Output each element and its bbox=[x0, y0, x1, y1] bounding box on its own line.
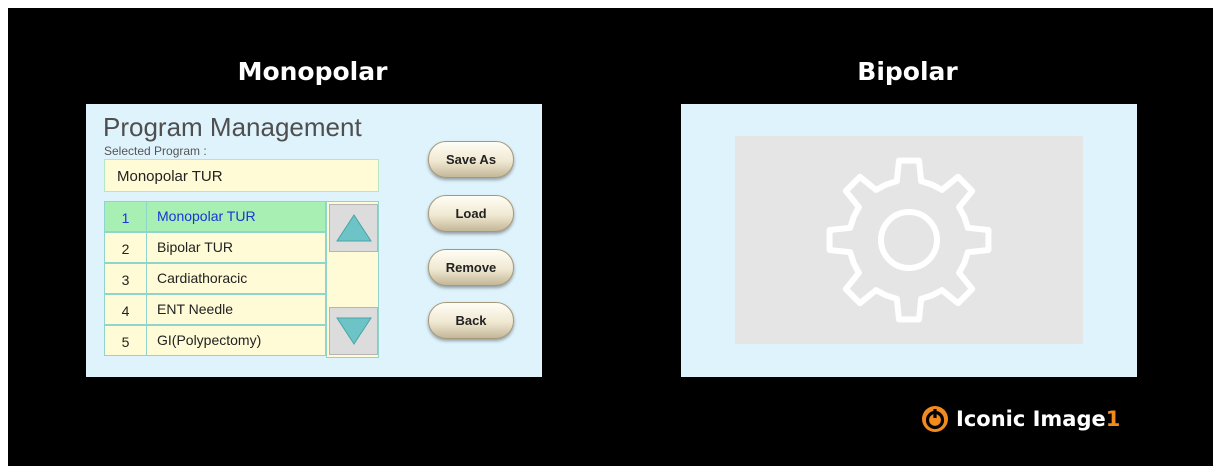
program-name: Monopolar TUR bbox=[157, 208, 256, 224]
gear-icon bbox=[826, 157, 992, 323]
screen-background: Monopolar Bipolar Program Management Sel… bbox=[8, 8, 1213, 466]
program-number: 4 bbox=[105, 295, 147, 324]
list-scrollbar bbox=[326, 201, 379, 358]
triangle-up-icon bbox=[335, 214, 372, 242]
program-name: GI(Polypectomy) bbox=[157, 332, 262, 348]
program-list-item[interactable]: 2 Bipolar TUR bbox=[104, 232, 326, 263]
program-number: 5 bbox=[105, 326, 147, 355]
bipolar-heading: Bipolar bbox=[857, 57, 958, 86]
triangle-down-icon bbox=[335, 317, 372, 345]
logo-text: Iconic Image bbox=[956, 407, 1106, 431]
program-list-item[interactable]: 1 Monopolar TUR bbox=[104, 201, 326, 232]
scroll-up-button[interactable] bbox=[329, 204, 378, 252]
settings-placeholder bbox=[735, 136, 1083, 344]
program-number: 3 bbox=[105, 264, 147, 293]
selected-program-value: Monopolar TUR bbox=[117, 168, 223, 185]
iconic-image-logo: Iconic Image 1 bbox=[921, 405, 1120, 433]
program-management-panel: Program Management Selected Program : Mo… bbox=[86, 104, 542, 377]
selected-program-field: Monopolar TUR bbox=[104, 159, 379, 192]
program-number: 1 bbox=[105, 202, 147, 231]
power-logo-icon bbox=[922, 406, 948, 432]
program-number: 2 bbox=[105, 233, 147, 262]
save-as-button[interactable]: Save As bbox=[428, 141, 514, 178]
program-list-item[interactable]: 3 Cardiathoracic bbox=[104, 263, 326, 294]
program-name: Cardiathoracic bbox=[157, 270, 248, 286]
program-name: Bipolar TUR bbox=[157, 239, 233, 255]
page-title: Program Management bbox=[103, 112, 362, 142]
monopolar-heading: Monopolar bbox=[237, 57, 388, 86]
bipolar-panel bbox=[681, 104, 1137, 377]
selected-program-label: Selected Program : bbox=[104, 144, 207, 158]
load-button[interactable]: Load bbox=[428, 195, 514, 232]
remove-button[interactable]: Remove bbox=[428, 249, 514, 286]
back-button[interactable]: Back bbox=[428, 302, 514, 339]
program-name: ENT Needle bbox=[157, 301, 234, 317]
logo-number: 1 bbox=[1105, 407, 1121, 431]
program-list-item[interactable]: 5 GI(Polypectomy) bbox=[104, 325, 326, 356]
scroll-down-button[interactable] bbox=[329, 307, 378, 355]
program-list-item[interactable]: 4 ENT Needle bbox=[104, 294, 326, 325]
program-list: 1 Monopolar TUR 2 Bipolar TUR 3 Cardiath… bbox=[104, 201, 326, 357]
